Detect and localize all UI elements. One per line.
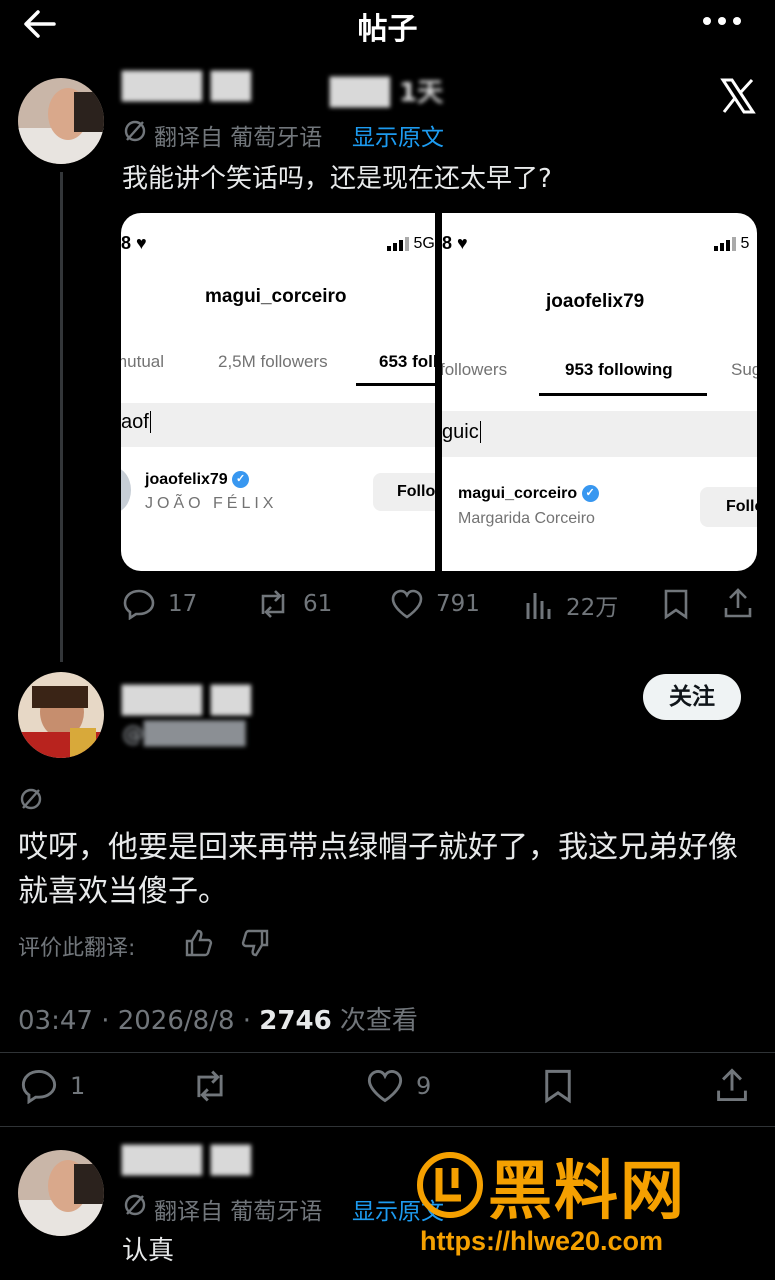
views-icon	[526, 593, 551, 619]
tab-suggested: Sug	[731, 360, 757, 379]
post-text: 认真	[122, 1236, 175, 1266]
watermark-logo-icon	[415, 1150, 485, 1220]
post-image[interactable]: 8 ♥ 5G magui_corceiro mutual 2,5M follow…	[121, 213, 757, 571]
search-text: guic	[442, 421, 481, 443]
repost-icon	[261, 590, 285, 618]
tab-followers: followers	[442, 360, 508, 379]
post-time: ███ 1天	[330, 78, 444, 108]
repost-action[interactable]	[190, 1068, 242, 1104]
author-name[interactable]: ████ ██	[122, 1146, 251, 1176]
like-action[interactable]: 9	[366, 1068, 431, 1104]
status-time: 8 ♥	[442, 233, 468, 253]
profile-username: joaofelix79	[546, 291, 645, 312]
divider	[0, 1126, 775, 1127]
author-name[interactable]: ████ ██	[122, 686, 251, 716]
view-count: 2746	[259, 1006, 332, 1036]
follow-button: Follow	[373, 473, 435, 511]
post-meta: 03:47 · 2026/8/8 · 2746 次查看	[18, 1000, 418, 1037]
result-fullname: Margarida Corceiro	[458, 510, 595, 527]
translated-label: 翻译自 葡萄牙语	[154, 1199, 323, 1225]
watermark-url: https://hlwe20.com	[420, 1226, 664, 1256]
result-username: joaofelix79 ✓	[145, 471, 250, 489]
like-icon	[391, 589, 423, 619]
search-text: aof	[121, 411, 151, 433]
translated-label: 翻译自 葡萄牙语	[154, 125, 323, 151]
like-action[interactable]: 791	[390, 588, 480, 620]
repost-action[interactable]: 61	[255, 588, 332, 620]
divider	[0, 1052, 775, 1053]
verified-icon: ✓	[581, 485, 599, 503]
result-avatar	[121, 467, 131, 513]
tab-underline	[539, 393, 707, 396]
like-count: 791	[436, 591, 480, 617]
views-count: 22万	[566, 595, 619, 621]
rate-translation-label: 评价此翻译:	[18, 936, 136, 961]
show-original-link[interactable]: 显示原文	[352, 118, 444, 152]
reply-action[interactable]: 17	[122, 588, 197, 620]
reply-count: 1	[70, 1072, 86, 1100]
more-icon[interactable]	[700, 6, 744, 36]
tab-following: 653 following	[379, 352, 435, 371]
reply-action[interactable]: 1	[20, 1068, 85, 1104]
timestamp: 03:47 · 2026/8/8 ·	[18, 1006, 260, 1036]
reply-icon	[21, 1070, 57, 1104]
author-name[interactable]: ████ ██	[122, 72, 251, 102]
status-signal: 5G	[387, 235, 435, 253]
page-title: 帖子	[357, 12, 418, 47]
tab-followers: 2,5M followers	[218, 352, 328, 371]
author-handle[interactable]: @██████	[122, 722, 246, 747]
result-username: magui_corceiro ✓	[458, 485, 599, 503]
search-box	[121, 403, 435, 447]
post-text: 我能讲个笑话吗，还是现在还太早了?	[122, 164, 552, 194]
follow-button[interactable]: 关注	[643, 674, 741, 720]
share-icon[interactable]	[722, 586, 754, 624]
translate-icon	[122, 118, 148, 144]
follow-button: Follow	[700, 487, 757, 527]
search-box	[442, 411, 757, 457]
like-count: 9	[416, 1072, 432, 1100]
thumbs-up-icon[interactable]	[184, 928, 214, 962]
avatar[interactable]	[18, 1150, 104, 1236]
repost-icon	[197, 1070, 223, 1102]
verified-icon: ✓	[232, 471, 250, 489]
status-time: 8 ♥	[121, 233, 147, 253]
tab-mutual: mutual	[121, 352, 165, 371]
thumbs-down-icon[interactable]	[240, 928, 270, 962]
bookmark-icon[interactable]	[662, 588, 690, 624]
post-text: 哎呀，他要是回来再带点绿帽子就好了，我这兄弟好像就喜欢当傻子。	[18, 830, 738, 909]
repost-count: 61	[303, 591, 333, 617]
thread-line	[60, 172, 63, 662]
reply-icon	[123, 589, 155, 620]
right-screenshot: 8 ♥ 5 joaofelix79 followers 953 followin…	[442, 213, 757, 571]
x-logo-icon	[718, 76, 758, 116]
avatar[interactable]	[18, 672, 104, 758]
views-action[interactable]: 22万	[524, 588, 618, 622]
status-signal: 5	[714, 235, 749, 253]
result-fullname: JOÃO FÉLIX	[145, 495, 278, 512]
tab-following: 953 following	[565, 360, 673, 379]
like-icon	[367, 1070, 403, 1103]
translate-icon	[18, 786, 44, 812]
image-divider	[435, 213, 442, 571]
tab-underline	[356, 383, 435, 386]
views-label: 次查看	[331, 1006, 418, 1036]
share-icon[interactable]	[714, 1066, 750, 1108]
bookmark-icon[interactable]	[542, 1068, 574, 1108]
watermark-brand: 黑料网	[488, 1155, 686, 1229]
avatar[interactable]	[18, 78, 104, 164]
profile-username: magui_corceiro	[205, 286, 347, 307]
translate-icon	[122, 1192, 148, 1218]
left-screenshot: 8 ♥ 5G magui_corceiro mutual 2,5M follow…	[121, 213, 435, 571]
reply-count: 17	[168, 591, 198, 617]
